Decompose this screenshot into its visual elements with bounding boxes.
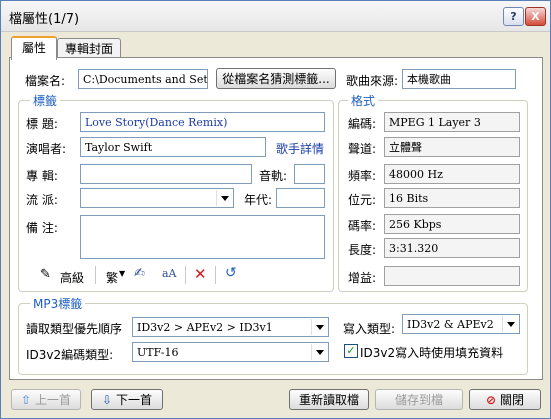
padding-label[interactable]: ID3v2寫入時使用填充資料 bbox=[360, 344, 503, 361]
genre-select[interactable] bbox=[80, 188, 234, 208]
clear-tags-icon[interactable]: ✕ bbox=[194, 265, 207, 283]
close-window-button[interactable]: X bbox=[525, 7, 546, 26]
channel-field: 立體聲 bbox=[384, 137, 520, 157]
undo-icon[interactable]: ↺ bbox=[225, 265, 237, 281]
tab-album-cover[interactable]: 專輯封面 bbox=[57, 38, 121, 59]
gain-label: 增益: bbox=[348, 271, 377, 285]
album-label: 專 輯: bbox=[26, 169, 58, 183]
frequency-label: 頻率: bbox=[348, 169, 377, 183]
tab-properties-label: 屬性 bbox=[21, 41, 46, 55]
traditional-chinese-button[interactable]: 繁 bbox=[106, 269, 118, 286]
bitrate-field: 256 Kbps bbox=[384, 214, 520, 234]
toolbar-divider-3 bbox=[215, 266, 216, 284]
close-button-label: 關閉 bbox=[499, 393, 524, 407]
track-label: 音軌: bbox=[259, 169, 288, 183]
tab-album-cover-label: 專輯封面 bbox=[64, 42, 113, 56]
id3v2-encoding-value: UTF-16 bbox=[137, 346, 179, 359]
properties-dialog: 檔屬性(1/7) ? X 屬性 專輯封面 檔案名: C:\Documents a… bbox=[0, 0, 551, 419]
traditional-dropdown-icon[interactable]: ▼ bbox=[119, 269, 125, 278]
title-label: 標 題: bbox=[26, 117, 58, 131]
read-order-label: 讀取類型優先順序 bbox=[26, 322, 123, 336]
year-field[interactable] bbox=[276, 188, 325, 208]
artist-field[interactable]: Taylor Swift bbox=[80, 137, 266, 157]
down-arrow-icon: ⇩ bbox=[102, 393, 113, 407]
properties-panel: 檔案名: C:\Documents and Settings\ 從檔案名猜測標籤… bbox=[9, 57, 543, 380]
bits-field: 16 Bits bbox=[384, 188, 520, 208]
write-type-dropdown-arrow-icon[interactable] bbox=[502, 316, 518, 332]
encoding-label: 編碼: bbox=[348, 117, 377, 131]
artist-details-link[interactable]: 歌手詳情 bbox=[276, 140, 324, 157]
genre-dropdown-arrow-icon[interactable] bbox=[216, 190, 232, 206]
genre-label: 流 派: bbox=[26, 193, 58, 207]
filename-label: 檔案名: bbox=[25, 74, 66, 88]
previous-track-button[interactable]: ⇧ 上一首 bbox=[11, 389, 81, 410]
album-field[interactable] bbox=[80, 164, 252, 184]
gain-field bbox=[384, 266, 520, 286]
up-arrow-icon: ⇧ bbox=[21, 393, 32, 407]
case-convert-icon[interactable]: ✍ bbox=[134, 266, 145, 281]
comment-field[interactable] bbox=[80, 215, 325, 259]
year-label: 年代: bbox=[244, 193, 273, 207]
write-type-label: 寫入類型: bbox=[343, 322, 396, 336]
tags-group-label: 標籤 bbox=[30, 92, 61, 109]
channel-label: 聲道: bbox=[348, 142, 377, 156]
read-order-value: ID3v2 > APEv2 > ID3v1 bbox=[137, 321, 273, 334]
encoding-field: MPEG 1 Layer 3 bbox=[384, 112, 520, 132]
mp3-group-label: MP3標籤 bbox=[30, 295, 86, 312]
artist-label: 演唱者: bbox=[26, 142, 67, 156]
close-button[interactable]: ⊘ 關閉 bbox=[469, 389, 541, 410]
toolbar-divider-2 bbox=[185, 266, 186, 284]
title-field[interactable]: Love Story(Dance Remix) bbox=[80, 112, 325, 132]
source-label: 歌曲來源: bbox=[346, 74, 399, 88]
next-track-label: 下一首 bbox=[115, 393, 152, 407]
write-type-select[interactable]: ID3v2 & APEv2 bbox=[402, 314, 520, 334]
help-button[interactable]: ? bbox=[503, 7, 524, 26]
no-entry-icon: ⊘ bbox=[486, 393, 497, 407]
bits-label: 位元: bbox=[348, 193, 377, 207]
comment-label: 備 注: bbox=[26, 221, 58, 235]
track-field[interactable] bbox=[294, 164, 325, 184]
id3v2-encoding-select[interactable]: UTF-16 bbox=[132, 342, 329, 362]
read-order-select[interactable]: ID3v2 > APEv2 > ID3v1 bbox=[132, 317, 329, 337]
tab-properties[interactable]: 屬性 bbox=[11, 36, 57, 60]
next-track-button[interactable]: ⇩ 下一首 bbox=[91, 389, 163, 410]
toolbar-divider bbox=[95, 266, 96, 284]
length-field: 3:31.320 bbox=[384, 238, 520, 258]
format-group-label: 格式 bbox=[348, 92, 379, 109]
reload-file-button[interactable]: 重新讀取檔 bbox=[289, 389, 369, 410]
frequency-field: 48000 Hz bbox=[384, 164, 520, 184]
title-bar: 檔屬性(1/7) ? X bbox=[1, 1, 550, 32]
font-size-icon[interactable]: aA bbox=[162, 267, 177, 280]
id3v2-encoding-label: ID3v2編碼類型: bbox=[26, 348, 114, 362]
padding-checkbox[interactable]: ✓ bbox=[344, 344, 358, 358]
advanced-label[interactable]: 高級 bbox=[60, 269, 84, 286]
length-label: 長度: bbox=[348, 243, 377, 257]
bitrate-label: 碼率: bbox=[348, 219, 377, 233]
source-field: 本機歌曲 bbox=[402, 69, 516, 89]
save-to-file-button[interactable]: 儲存到檔 bbox=[375, 389, 463, 410]
guess-from-filename-button[interactable]: 從檔案名猜測標籤... bbox=[216, 68, 336, 89]
previous-track-label: 上一首 bbox=[34, 393, 71, 407]
window-title: 檔屬性(1/7) bbox=[9, 12, 80, 27]
advanced-edit-icon[interactable]: ✎ bbox=[40, 267, 51, 282]
write-type-value: ID3v2 & APEv2 bbox=[407, 318, 494, 331]
id3v2-encoding-dropdown-arrow-icon[interactable] bbox=[311, 344, 327, 360]
filename-field[interactable]: C:\Documents and Settings\ bbox=[78, 69, 208, 89]
read-order-dropdown-arrow-icon[interactable] bbox=[311, 319, 327, 335]
